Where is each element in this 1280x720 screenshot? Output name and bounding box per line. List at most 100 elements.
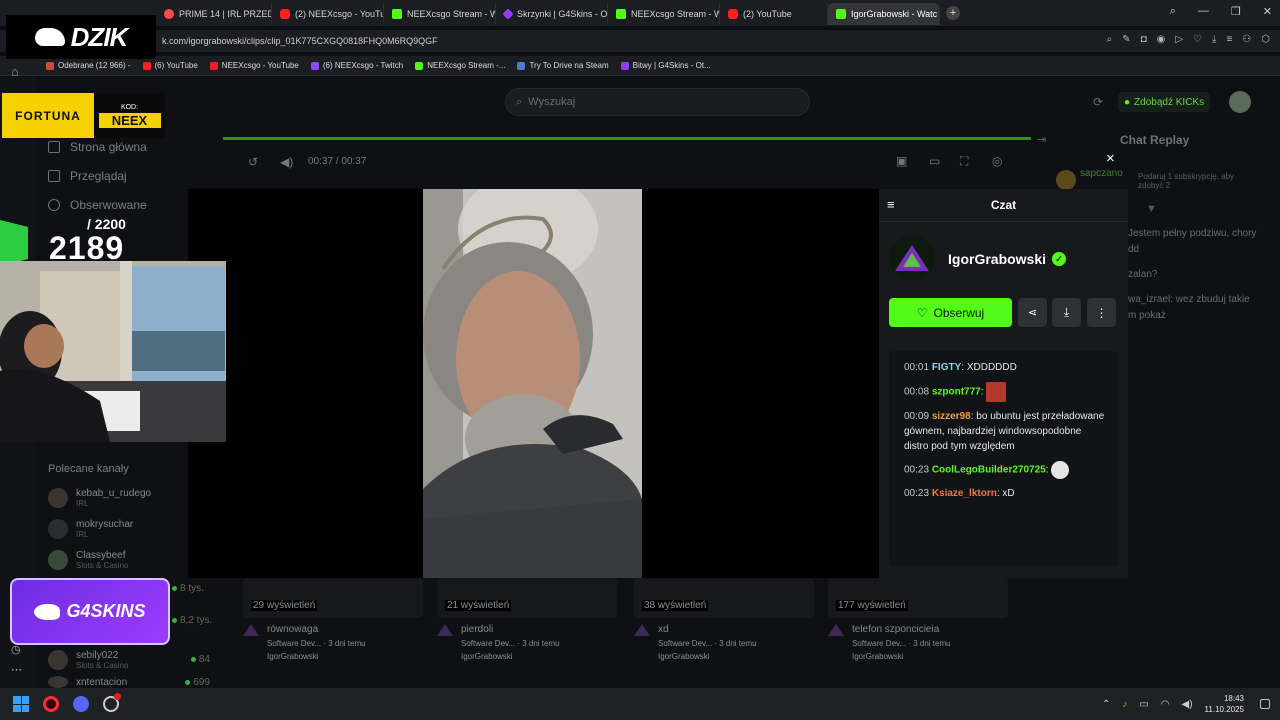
- bookmark-label: Bitwy | G4Skins - Ot...: [632, 61, 711, 70]
- microphone-icon[interactable]: ♪: [1122, 699, 1127, 710]
- refresh-icon[interactable]: ⟳: [1093, 95, 1103, 109]
- channel-item[interactable]: kebab_u_rudego IRL: [48, 482, 210, 513]
- play-icon[interactable]: ▷: [1175, 34, 1183, 45]
- bookmark[interactable]: NEEXcsgo Stream -...: [415, 61, 505, 70]
- camera-icon[interactable]: ◘: [1141, 34, 1147, 45]
- more-icon[interactable]: ⋯: [11, 663, 22, 676]
- new-tab-button[interactable]: +: [946, 6, 960, 20]
- fullscreen-icon[interactable]: ⛶: [960, 154, 968, 169]
- discord-icon[interactable]: [73, 696, 89, 712]
- channel-category: IRL: [76, 529, 89, 539]
- share-button[interactable]: ⋖: [1018, 298, 1047, 327]
- clip-card[interactable]: 38 wyświetleń xd Software Dev... · 3 dni …: [634, 578, 814, 661]
- bookmark-label: NEEXcsgo Stream -...: [427, 61, 506, 70]
- channel-item[interactable]: ClassybeefSlots & Casino3,: [48, 544, 210, 575]
- search-input[interactable]: ⌕ Wyszukaj: [505, 88, 810, 116]
- home-icon[interactable]: ⌂: [11, 64, 36, 79]
- maximize-icon[interactable]: ❐: [1231, 5, 1241, 18]
- bookmark[interactable]: Odebrane (12 966) -: [46, 61, 131, 70]
- scroll-down-icon[interactable]: ▼: [1146, 203, 1157, 215]
- chat-username[interactable]: Ksiaze_lktorn: [932, 488, 997, 499]
- bookmark[interactable]: Try To Drive na Steam: [517, 61, 609, 70]
- notifications-icon[interactable]: [1260, 699, 1270, 709]
- settings-icon[interactable]: [103, 693, 121, 712]
- collapse-icon[interactable]: ⇥: [1037, 133, 1046, 146]
- streamer-avatar[interactable]: [889, 235, 935, 281]
- tab-bar: PRIME 14 | IRL PRZED GA (2) NEEXcsgo - Y…: [0, 0, 1280, 26]
- tab-6[interactable]: (2) YouTube: [720, 3, 828, 25]
- avatar: [48, 676, 68, 688]
- channel-item[interactable]: xntentacion 699: [48, 675, 210, 689]
- heart-icon[interactable]: ♡: [1193, 34, 1202, 45]
- tab-2[interactable]: (2) NEEXcsgo - YouTube: [272, 3, 384, 25]
- tab-5[interactable]: NEEXcsgo Stream - Watch: [608, 3, 720, 25]
- tab-7-active[interactable]: IgorGrabowski - Watc: [828, 3, 940, 25]
- minimize-icon[interactable]: —: [1198, 5, 1209, 18]
- menu-icon[interactable]: ≡: [1226, 34, 1232, 45]
- bookmark[interactable]: (6) NEEXcsgo - Twitch: [310, 61, 403, 70]
- tray-expand-icon[interactable]: ⌃: [1102, 699, 1110, 710]
- streamer-name[interactable]: IgorGrabowski: [948, 251, 1046, 267]
- download-button[interactable]: ⤓: [1052, 298, 1081, 327]
- chat-username[interactable]: sizzer98: [932, 411, 971, 422]
- tab-3[interactable]: NEEXcsgo Stream - Watch: [384, 3, 496, 25]
- progress-bar[interactable]: [223, 137, 1031, 140]
- profile-icon[interactable]: ⚇: [1242, 34, 1251, 45]
- volume-icon[interactable]: ◀): [280, 155, 293, 169]
- tab-label: NEEXcsgo Stream - Watch: [407, 9, 495, 19]
- bookmark[interactable]: (6) YouTube: [142, 61, 198, 70]
- goal-bar: [0, 220, 28, 266]
- zoom-icon[interactable]: ⌕: [1107, 34, 1113, 45]
- dzik-logo: DZIK: [6, 15, 156, 59]
- wifi-icon[interactable]: ◠: [1161, 699, 1170, 710]
- edit-icon[interactable]: ✎: [1122, 34, 1130, 45]
- search-tabs-icon[interactable]: ⌕: [1170, 5, 1176, 18]
- bookmark[interactable]: NEEXcsgo - YouTube: [209, 61, 299, 70]
- avatar: [48, 487, 68, 508]
- close-modal-button[interactable]: ×: [1106, 150, 1115, 167]
- heart-icon: [48, 198, 60, 211]
- nav-following[interactable]: Obserwowane: [48, 190, 147, 219]
- nav-label: Obserwowane: [70, 197, 147, 212]
- channel-item[interactable]: mokrysucharIRL37: [48, 513, 210, 544]
- clock-icon[interactable]: ◷: [11, 643, 21, 656]
- user-avatar[interactable]: [1229, 91, 1251, 113]
- kicks-button[interactable]: ● Zdobądź KICKs: [1118, 92, 1211, 112]
- kicks-label: Zdobądź KICKs: [1134, 96, 1205, 108]
- nav-browse[interactable]: Przeglądaj: [48, 161, 147, 190]
- channel-name: sebily022: [76, 649, 119, 661]
- kick-icon: [836, 9, 846, 19]
- clip-icon[interactable]: ◎: [992, 154, 1002, 168]
- display-icon[interactable]: ▭: [1139, 699, 1148, 710]
- follow-button[interactable]: ♡ Obserwuj: [889, 298, 1012, 327]
- clip-card[interactable]: 177 wyświetleń telefon szponcicieia Softw…: [828, 578, 1008, 661]
- emote-icon: [986, 382, 1007, 402]
- speaker-icon[interactable]: ◀): [1182, 699, 1193, 710]
- extension-icon[interactable]: ⬡: [1261, 34, 1270, 45]
- more-button[interactable]: ⋮: [1087, 298, 1116, 327]
- clip-card[interactable]: 21 wyświetleń pierdoli Software Dev... · …: [437, 578, 617, 661]
- recommended-channels: kebab_u_rudegoIRL mokrysucharIRL37 Class…: [48, 482, 210, 575]
- download-icon[interactable]: ⤓: [1212, 34, 1216, 45]
- tab-4[interactable]: Skrzynki | G4Skins - Otwie: [496, 3, 608, 25]
- chat-username[interactable]: CoolLegoBuilder270725: [932, 465, 1046, 476]
- channel-item[interactable]: sebily022 Slots & Casino 84: [48, 644, 210, 675]
- clip-video[interactable]: [423, 189, 642, 578]
- theater-icon[interactable]: ▭: [929, 154, 940, 168]
- channel-name: kebab_u_rudego: [76, 487, 152, 499]
- vpn-icon[interactable]: ◉: [1157, 34, 1166, 45]
- chat-username[interactable]: szpont777: [932, 387, 981, 398]
- tab-1[interactable]: PRIME 14 | IRL PRZED GA: [156, 3, 272, 25]
- close-window-icon[interactable]: ✕: [1263, 5, 1272, 18]
- clip-card[interactable]: 29 wyświetleń równowaga Software Dev... ·…: [243, 578, 423, 661]
- bookmark[interactable]: Bitwy | G4Skins - Ot...: [620, 61, 711, 70]
- chat-username[interactable]: FIGTY: [932, 362, 961, 373]
- taskbar-clock[interactable]: 18:43 11.10.2025: [1205, 693, 1244, 715]
- triangle-logo-icon: [895, 245, 929, 271]
- windows-start-icon[interactable]: [13, 696, 29, 712]
- opera-icon[interactable]: [43, 696, 59, 712]
- url-field[interactable]: k.com/igorgrabowski/clips/clip_01K775CXG…: [162, 36, 438, 46]
- bookmark-label: NEEXcsgo - YouTube: [221, 61, 299, 70]
- replay-icon[interactable]: ↺: [248, 155, 258, 169]
- pip-icon[interactable]: ▣: [896, 154, 907, 168]
